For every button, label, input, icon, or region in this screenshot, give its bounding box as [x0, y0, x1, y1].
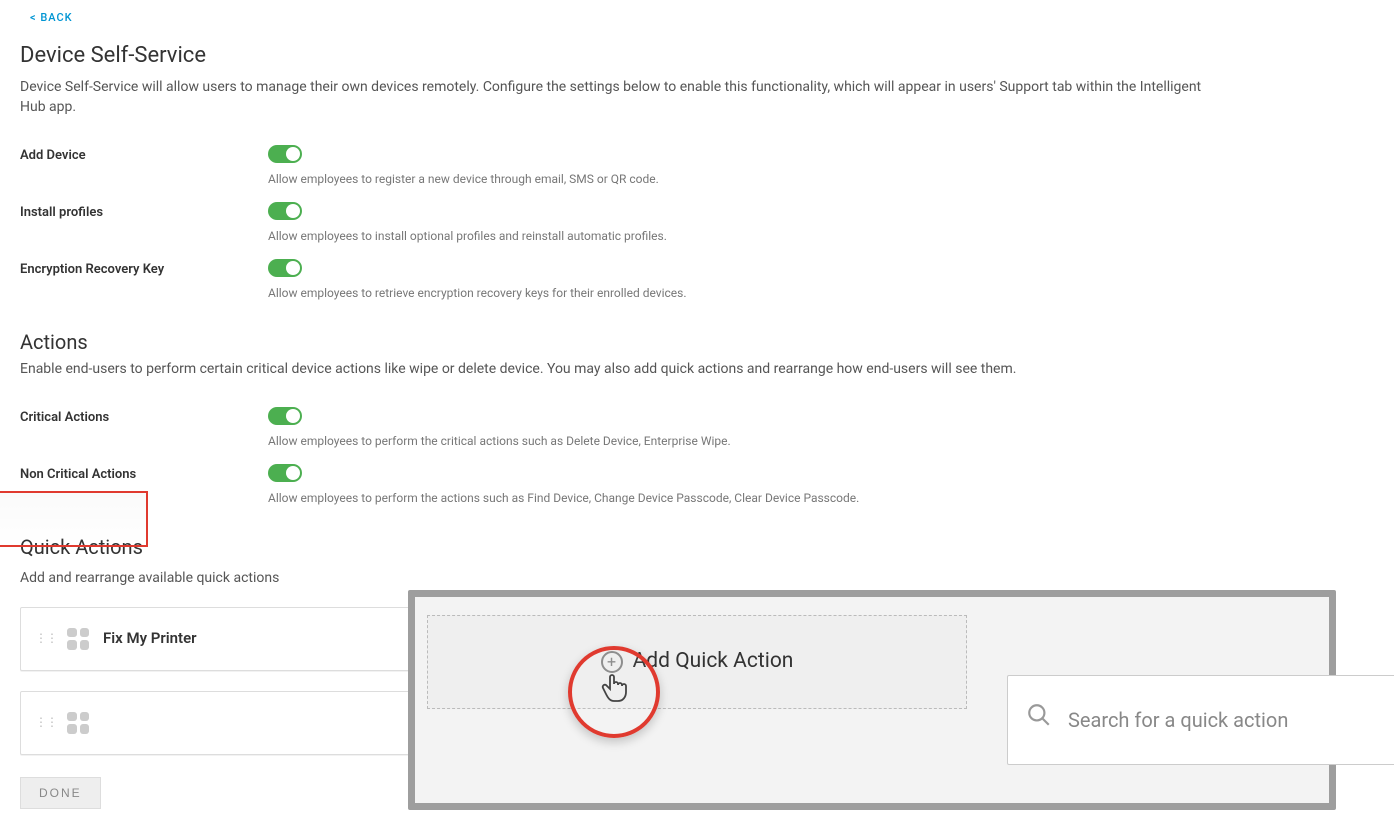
- toggle-encryption-recovery-key[interactable]: [268, 259, 302, 277]
- toggle-critical-actions[interactable]: [268, 407, 302, 425]
- setting-label: Critical Actions: [20, 407, 268, 427]
- setting-critical-actions: Critical Actions Allow employees to perf…: [20, 397, 1374, 454]
- actions-heading: Actions: [20, 328, 1374, 356]
- search-placeholder: Search for a quick action: [1068, 706, 1394, 734]
- drag-handle-icon[interactable]: ⋮⋮: [35, 714, 57, 731]
- setting-label: Non Critical Actions: [20, 464, 268, 484]
- setting-install-profiles: Install profiles Allow employees to inst…: [20, 192, 1374, 249]
- add-quick-action-button[interactable]: + Add Quick Action: [427, 615, 967, 709]
- setting-add-device: Add Device Allow employees to register a…: [20, 135, 1374, 192]
- setting-description: Allow employees to retrieve encryption r…: [268, 285, 1374, 302]
- add-quick-action-label: Add Quick Action: [633, 647, 794, 676]
- app-grid-icon: [67, 712, 89, 734]
- setting-description: Allow employees to register a new device…: [268, 171, 1374, 188]
- quick-action-label: Fix My Printer: [103, 628, 445, 649]
- setting-encryption-recovery-key: Encryption Recovery Key Allow employees …: [20, 249, 1374, 306]
- toggle-non-critical-actions[interactable]: [268, 464, 302, 482]
- search-icon: [1026, 702, 1052, 738]
- section-description: Device Self-Service will allow users to …: [20, 78, 1220, 117]
- setting-label: Install profiles: [20, 202, 268, 222]
- toggle-add-device[interactable]: [268, 145, 302, 163]
- quick-action-card[interactable]: ⋮⋮ Fix My Printer: [20, 607, 460, 671]
- setting-description: Allow employees to perform the actions s…: [268, 490, 1374, 507]
- setting-label: Add Device: [20, 145, 268, 165]
- setting-description: Allow employees to install optional prof…: [268, 228, 1374, 245]
- section-description: Add and rearrange available quick action…: [20, 569, 1220, 589]
- setting-label: Encryption Recovery Key: [20, 259, 268, 279]
- search-quick-action-input[interactable]: Search for a quick action ⓧ: [1007, 675, 1394, 765]
- app-grid-icon: [67, 628, 89, 650]
- plus-icon: +: [601, 651, 623, 673]
- section-description: Enable end-users to perform certain crit…: [20, 360, 1220, 380]
- done-button[interactable]: DONE: [20, 777, 101, 809]
- drag-handle-icon[interactable]: ⋮⋮: [35, 630, 57, 647]
- setting-non-critical-actions: Non Critical Actions Allow employees to …: [20, 454, 1374, 511]
- back-link[interactable]: < BACK: [20, 0, 83, 33]
- quick-action-card[interactable]: ⋮⋮ ⓧ: [20, 691, 460, 755]
- setting-description: Allow employees to perform the critical …: [268, 433, 1374, 450]
- pointer-cursor-icon: [599, 671, 629, 717]
- annotation-inset: + Add Quick Action Search for a quick ac…: [408, 590, 1336, 810]
- toggle-install-profiles[interactable]: [268, 202, 302, 220]
- quick-actions-heading: Quick Actions: [20, 533, 143, 561]
- page-title: Device Self-Service: [20, 41, 1374, 72]
